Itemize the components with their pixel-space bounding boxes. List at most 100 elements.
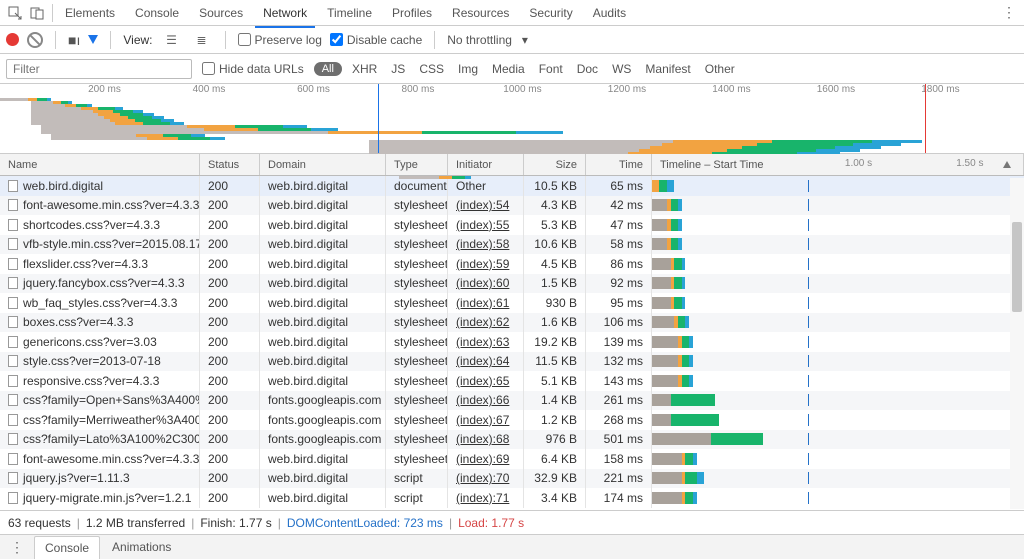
drawer-tab-animations[interactable]: Animations: [102, 536, 181, 559]
file-icon: [8, 375, 18, 387]
cell-initiator[interactable]: (index):71: [448, 488, 524, 508]
panel-tab-security[interactable]: Security: [521, 2, 580, 24]
request-row[interactable]: style.css?ver=2013-07-18200web.bird.digi…: [0, 352, 1024, 372]
request-row[interactable]: font-awesome.min.css?ver=4.3.3200web.bir…: [0, 449, 1024, 469]
filter-type-media[interactable]: Media: [492, 62, 525, 76]
request-row[interactable]: web.bird.digital200web.bird.digitaldocum…: [0, 176, 1024, 196]
request-row[interactable]: css?family=Open+Sans%3A400%2C3...200font…: [0, 391, 1024, 411]
filter-toggle-icon[interactable]: [88, 35, 98, 44]
overview-toggle-icon[interactable]: ≣: [191, 29, 213, 51]
overview-timeline[interactable]: 200 ms400 ms600 ms800 ms1000 ms1200 ms14…: [0, 84, 1024, 154]
col-time[interactable]: Time: [586, 154, 652, 175]
panel-tab-sources[interactable]: Sources: [191, 2, 251, 24]
status-transfer: 1.2 MB transferred: [86, 516, 185, 530]
request-row[interactable]: shortcodes.css?ver=4.3.3200web.bird.digi…: [0, 215, 1024, 235]
request-row[interactable]: jquery.fancybox.css?ver=4.3.3200web.bird…: [0, 274, 1024, 294]
cell-initiator[interactable]: (index):60: [448, 274, 524, 294]
cell-name: shortcodes.css?ver=4.3.3: [0, 215, 200, 235]
filter-type-js[interactable]: JS: [391, 62, 405, 76]
cell-time: 106 ms: [586, 313, 652, 333]
inspect-icon[interactable]: [4, 2, 26, 24]
panel-tab-timeline[interactable]: Timeline: [319, 2, 380, 24]
filter-all-pill[interactable]: All: [314, 62, 342, 76]
cell-initiator[interactable]: (index):54: [448, 196, 524, 216]
cell-status: 200: [200, 176, 260, 196]
cell-initiator[interactable]: (index):66: [448, 391, 524, 411]
request-row[interactable]: boxes.css?ver=4.3.3200web.bird.digitalst…: [0, 313, 1024, 333]
disable-cache-checkbox[interactable]: Disable cache: [330, 33, 422, 47]
request-row[interactable]: vfb-style.min.css?ver=2015.08.17200web.b…: [0, 235, 1024, 255]
request-row[interactable]: font-awesome.min.css?ver=4.3.3200web.bir…: [0, 196, 1024, 216]
filter-type-xhr[interactable]: XHR: [352, 62, 377, 76]
scroll-thumb[interactable]: [1012, 222, 1022, 312]
cell-initiator[interactable]: (index):64: [448, 352, 524, 372]
col-status[interactable]: Status: [200, 154, 260, 175]
panel-tab-elements[interactable]: Elements: [57, 2, 123, 24]
waterfall-scale-label: 1.00 s: [845, 158, 872, 169]
filter-type-doc[interactable]: Doc: [577, 62, 598, 76]
cell-initiator[interactable]: (index):62: [448, 313, 524, 333]
cell-name: jquery.fancybox.css?ver=4.3.3: [0, 274, 200, 294]
sort-asc-icon: [1003, 161, 1011, 168]
more-menu-icon[interactable]: ⋮: [998, 4, 1020, 21]
vertical-scrollbar[interactable]: [1010, 178, 1024, 509]
request-row[interactable]: jquery.js?ver=1.11.3200web.bird.digitals…: [0, 469, 1024, 489]
cell-initiator[interactable]: (index):61: [448, 293, 524, 313]
cell-initiator[interactable]: (index):59: [448, 254, 524, 274]
panel-tab-profiles[interactable]: Profiles: [384, 2, 440, 24]
panel-tab-audits[interactable]: Audits: [585, 2, 634, 24]
filter-type-other[interactable]: Other: [705, 62, 735, 76]
cell-initiator[interactable]: (index):68: [448, 430, 524, 450]
cell-domain: web.bird.digital: [260, 449, 386, 469]
cell-name: style.css?ver=2013-07-18: [0, 352, 200, 372]
table-headers[interactable]: Name Status Domain Type Initiator Size T…: [0, 154, 1024, 176]
large-rows-icon[interactable]: ☰: [161, 29, 183, 51]
clear-button[interactable]: [27, 32, 43, 48]
request-row[interactable]: flexslider.css?ver=4.3.3200web.bird.digi…: [0, 254, 1024, 274]
drawer-tab-console[interactable]: Console: [34, 536, 100, 559]
request-row[interactable]: jquery-migrate.min.js?ver=1.2.1200web.bi…: [0, 488, 1024, 508]
cell-initiator[interactable]: Other: [448, 176, 524, 196]
panel-tab-console[interactable]: Console: [127, 2, 187, 24]
preserve-log-checkbox[interactable]: Preserve log: [238, 33, 322, 47]
cell-initiator[interactable]: (index):69: [448, 449, 524, 469]
device-toggle-icon[interactable]: [26, 2, 48, 24]
filter-type-css[interactable]: CSS: [419, 62, 444, 76]
cell-initiator[interactable]: (index):67: [448, 410, 524, 430]
request-row[interactable]: wb_faq_styles.css?ver=4.3.3200web.bird.d…: [0, 293, 1024, 313]
col-name[interactable]: Name: [0, 154, 200, 175]
cell-waterfall: [652, 394, 1024, 406]
cell-domain: web.bird.digital: [260, 313, 386, 333]
col-size[interactable]: Size: [524, 154, 586, 175]
cell-name: wb_faq_styles.css?ver=4.3.3: [0, 293, 200, 313]
cell-initiator[interactable]: (index):55: [448, 215, 524, 235]
drawer-menu-icon[interactable]: ⋮: [6, 539, 28, 556]
screenshot-toggle[interactable]: ■ı: [68, 32, 80, 48]
filter-type-ws[interactable]: WS: [612, 62, 631, 76]
col-waterfall[interactable]: Timeline – Start Time 1.00 s1.50 s: [652, 154, 1024, 175]
col-initiator[interactable]: Initiator: [448, 154, 524, 175]
col-domain[interactable]: Domain: [260, 154, 386, 175]
panel-tab-resources[interactable]: Resources: [444, 2, 517, 24]
cell-type: script: [386, 469, 448, 489]
cell-initiator[interactable]: (index):70: [448, 469, 524, 489]
col-type[interactable]: Type: [386, 154, 448, 175]
request-row[interactable]: css?family=Merriweather%3A400%2C...200fo…: [0, 410, 1024, 430]
filter-type-manifest[interactable]: Manifest: [645, 62, 690, 76]
filter-type-font[interactable]: Font: [539, 62, 563, 76]
cell-status: 200: [200, 313, 260, 333]
request-row[interactable]: responsive.css?ver=4.3.3200web.bird.digi…: [0, 371, 1024, 391]
cell-size: 1.2 KB: [524, 410, 586, 430]
filter-input[interactable]: [6, 59, 192, 79]
filter-type-img[interactable]: Img: [458, 62, 478, 76]
cell-initiator[interactable]: (index):63: [448, 332, 524, 352]
panel-tab-network[interactable]: Network: [255, 2, 315, 24]
request-row[interactable]: genericons.css?ver=3.03200web.bird.digit…: [0, 332, 1024, 352]
throttling-dropdown[interactable]: No throttling: [447, 33, 528, 47]
request-row[interactable]: css?family=Lato%3A100%2C300%2C...200font…: [0, 430, 1024, 450]
cell-initiator[interactable]: (index):58: [448, 235, 524, 255]
record-button[interactable]: [6, 33, 19, 46]
hide-data-urls-checkbox[interactable]: Hide data URLs: [202, 62, 304, 76]
cell-time: 501 ms: [586, 430, 652, 450]
cell-initiator[interactable]: (index):65: [448, 371, 524, 391]
